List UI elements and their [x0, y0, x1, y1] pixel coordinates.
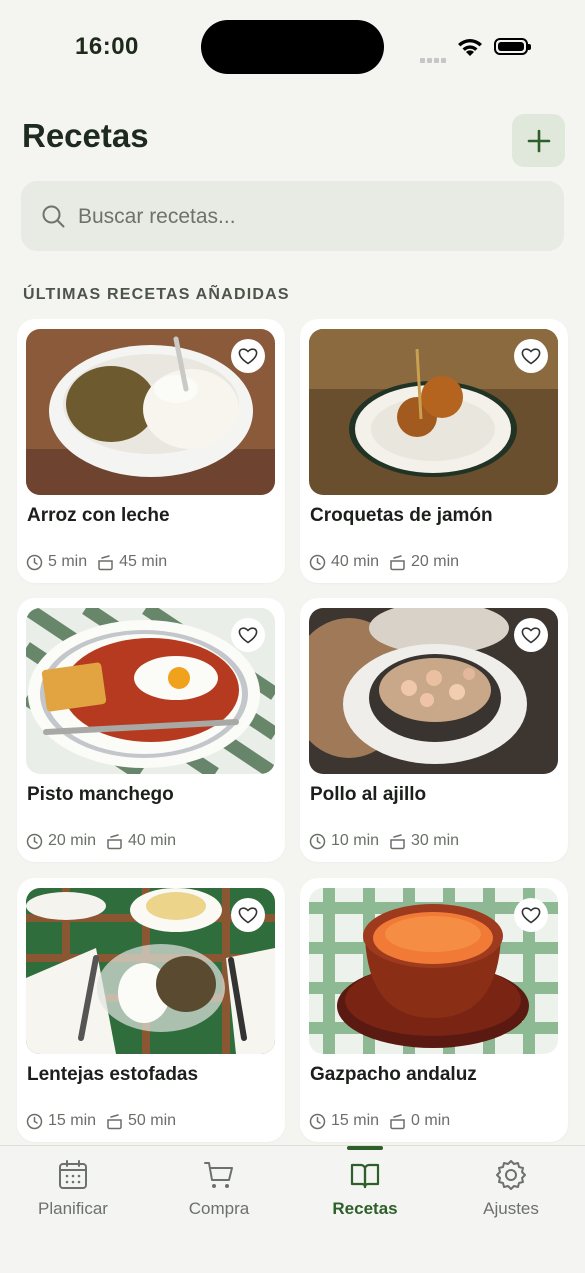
tab-compra[interactable]: Compra [146, 1146, 292, 1246]
recipe-card[interactable]: Lentejas estofadas 15 min 50 min [17, 878, 285, 1142]
prep-time: 15 min [48, 1112, 97, 1129]
search-icon [42, 205, 65, 228]
page-title: Recetas [22, 117, 149, 154]
recipe-card[interactable]: Croquetas de jamón 40 min 20 min [300, 319, 568, 583]
recipe-photo [309, 608, 558, 774]
cook-time: 40 min [128, 832, 177, 849]
status-time: 16:00 [75, 33, 139, 60]
add-recipe-button[interactable] [512, 114, 565, 167]
clock-icon [309, 554, 326, 570]
recipe-photo [26, 329, 275, 495]
favorite-button[interactable] [231, 339, 265, 373]
favorite-button[interactable] [231, 618, 265, 652]
recipe-card[interactable]: Pisto manchego 20 min 40 min [17, 598, 285, 862]
clock-icon [309, 833, 326, 849]
prep-time: 40 min [331, 553, 380, 570]
cart-icon [204, 1162, 233, 1188]
recipe-card[interactable]: Pollo al ajillo 10 min 30 min [300, 598, 568, 862]
plus-icon [527, 129, 550, 152]
recipe-times: 40 min 20 min [309, 553, 469, 571]
cook-time: 20 min [411, 553, 460, 570]
prep-time: 15 min [331, 1112, 380, 1129]
active-tab-indicator [347, 1146, 383, 1150]
prep-time: 20 min [48, 832, 97, 849]
calendar-icon [59, 1160, 87, 1189]
prep-time: 5 min [48, 553, 88, 570]
signal-icon [420, 50, 448, 68]
recipe-name: Lentejas estofadas [27, 1064, 199, 1085]
wifi-icon [458, 39, 482, 56]
tab-bar: Planificar Compra Recetas Ajustes [0, 1145, 585, 1273]
recipe-photo [26, 608, 275, 774]
cook-time: 50 min [128, 1112, 177, 1129]
pot-icon [107, 833, 122, 849]
cook-time: 0 min [411, 1112, 451, 1129]
heart-icon [521, 627, 541, 644]
cook-time: 45 min [119, 553, 168, 570]
tab-ajustes[interactable]: Ajustes [438, 1146, 584, 1246]
tab-label: Recetas [332, 1199, 398, 1218]
pot-icon [98, 554, 113, 570]
favorite-button[interactable] [514, 618, 548, 652]
recipe-photo [309, 888, 558, 1054]
pot-icon [390, 1113, 405, 1129]
tab-label: Planificar [38, 1199, 108, 1218]
tab-planificar[interactable]: Planificar [0, 1146, 146, 1246]
dynamic-island [201, 20, 384, 74]
recipe-times: 20 min 40 min [26, 832, 186, 850]
status-bar: 16:00 [0, 0, 585, 95]
gear-icon [496, 1160, 526, 1190]
recipe-times: 15 min 0 min [309, 1112, 460, 1130]
favorite-button[interactable] [514, 898, 548, 932]
recipe-name: Croquetas de jamón [310, 505, 493, 526]
clock-icon [26, 554, 43, 570]
favorite-button[interactable] [231, 898, 265, 932]
tab-label: Ajustes [483, 1199, 539, 1218]
recipe-times: 15 min 50 min [26, 1112, 186, 1130]
heart-icon [521, 907, 541, 924]
heart-icon [238, 907, 258, 924]
section-title: ÚLTIMAS RECETAS AÑADIDAS [23, 286, 290, 303]
tab-label: Compra [188, 1199, 250, 1218]
tab-recetas[interactable]: Recetas [292, 1146, 438, 1246]
recipe-card[interactable]: Gazpacho andaluz 15 min 0 min [300, 878, 568, 1142]
recipe-name: Arroz con leche [27, 505, 170, 526]
clock-icon [26, 1113, 43, 1129]
cook-time: 30 min [411, 832, 460, 849]
pot-icon [107, 1113, 122, 1129]
recipe-photo [309, 329, 558, 495]
clock-icon [26, 833, 43, 849]
recipe-name: Pollo al ajillo [310, 784, 427, 805]
search-placeholder: Buscar recetas... [78, 205, 236, 228]
favorite-button[interactable] [514, 339, 548, 373]
recipe-times: 5 min 45 min [26, 553, 177, 571]
recipe-name: Gazpacho andaluz [310, 1064, 477, 1085]
heart-icon [238, 348, 258, 365]
pot-icon [390, 833, 405, 849]
battery-icon [494, 38, 531, 55]
heart-icon [238, 627, 258, 644]
prep-time: 10 min [331, 832, 380, 849]
recipe-times: 10 min 30 min [309, 832, 469, 850]
heart-icon [521, 348, 541, 365]
clock-icon [309, 1113, 326, 1129]
book-icon [350, 1163, 380, 1189]
recipe-photo [26, 888, 275, 1054]
search-input[interactable]: Buscar recetas... [21, 181, 564, 251]
pot-icon [390, 554, 405, 570]
recipe-name: Pisto manchego [27, 784, 174, 805]
recipe-card[interactable]: Arroz con leche 5 min 45 min [17, 319, 285, 583]
